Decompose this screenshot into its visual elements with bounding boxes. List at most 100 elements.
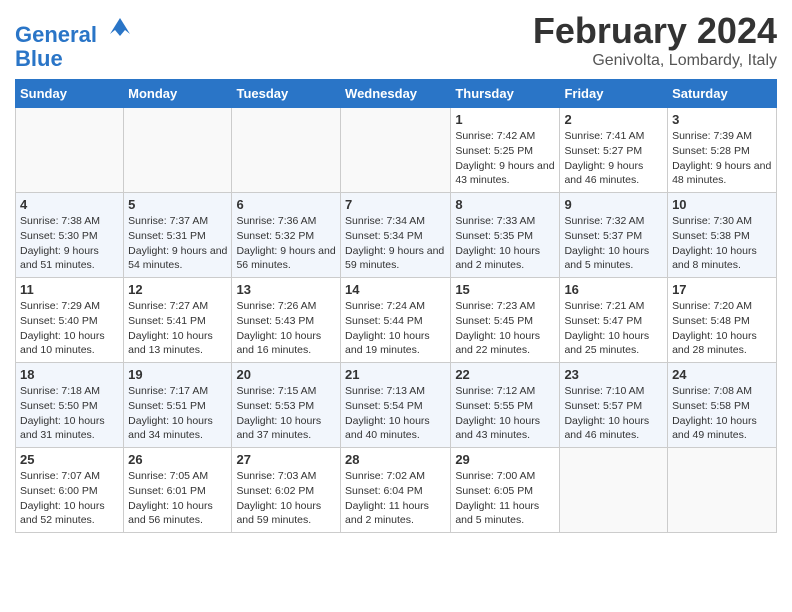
day-number: 15 — [455, 282, 555, 297]
header-row: SundayMondayTuesdayWednesdayThursdayFrid… — [16, 80, 777, 108]
day-cell-15: 15 Sunrise: 7:23 AM Sunset: 5:45 PM Dayli… — [451, 278, 560, 363]
empty-cell — [560, 448, 668, 533]
logo: General Blue — [15, 14, 135, 71]
day-info: Sunrise: 7:20 AM Sunset: 5:48 PM Dayligh… — [672, 299, 772, 358]
day-number: 4 — [20, 197, 119, 212]
day-number: 10 — [672, 197, 772, 212]
header: General Blue February 2024 Genivolta, Lo… — [15, 10, 777, 71]
day-number: 23 — [564, 367, 663, 382]
day-cell-12: 12 Sunrise: 7:27 AM Sunset: 5:41 PM Dayli… — [124, 278, 232, 363]
day-info: Sunrise: 7:26 AM Sunset: 5:43 PM Dayligh… — [236, 299, 336, 358]
logo-line2: Blue — [15, 46, 63, 71]
day-info: Sunrise: 7:17 AM Sunset: 5:51 PM Dayligh… — [128, 384, 227, 443]
day-cell-4: 4 Sunrise: 7:38 AM Sunset: 5:30 PM Daylig… — [16, 193, 124, 278]
day-number: 12 — [128, 282, 227, 297]
empty-cell — [16, 108, 124, 193]
empty-cell — [124, 108, 232, 193]
day-cell-16: 16Sunrise: 7:21 AM Sunset: 5:47 PM Dayli… — [560, 278, 668, 363]
day-number: 18 — [20, 367, 119, 382]
day-info: Sunrise: 7:38 AM Sunset: 5:30 PM Dayligh… — [20, 214, 119, 273]
logo-line1: General — [15, 22, 97, 47]
day-number: 25 — [20, 452, 119, 467]
day-number: 16 — [564, 282, 663, 297]
day-info: Sunrise: 7:12 AM Sunset: 5:55 PM Dayligh… — [455, 384, 555, 443]
day-info: Sunrise: 7:29 AM Sunset: 5:40 PM Dayligh… — [20, 299, 119, 358]
day-number: 7 — [345, 197, 446, 212]
logo-bird-icon — [105, 14, 135, 42]
col-header-sunday: Sunday — [16, 80, 124, 108]
day-info: Sunrise: 7:05 AM Sunset: 6:01 PM Dayligh… — [128, 469, 227, 528]
day-info: Sunrise: 7:27 AM Sunset: 5:41 PM Dayligh… — [128, 299, 227, 358]
day-info: Sunrise: 7:36 AM Sunset: 5:32 PM Dayligh… — [236, 214, 336, 273]
day-cell-18: 18 Sunrise: 7:18 AM Sunset: 5:50 PM Dayli… — [16, 363, 124, 448]
day-info: Sunrise: 7:34 AM Sunset: 5:34 PM Dayligh… — [345, 214, 446, 273]
day-number: 3 — [672, 112, 772, 127]
day-cell-14: 14 Sunrise: 7:24 AM Sunset: 5:44 PM Dayli… — [341, 278, 451, 363]
col-header-wednesday: Wednesday — [341, 80, 451, 108]
day-cell-13: 13 Sunrise: 7:26 AM Sunset: 5:43 PM Dayli… — [232, 278, 341, 363]
day-cell-3: 3 Sunrise: 7:39 AM Sunset: 5:28 PM Daylig… — [668, 108, 777, 193]
day-cell-8: 8Sunrise: 7:33 AM Sunset: 5:35 PM Daylig… — [451, 193, 560, 278]
col-header-monday: Monday — [124, 80, 232, 108]
day-number: 1 — [455, 112, 555, 127]
day-info: Sunrise: 7:07 AM Sunset: 6:00 PM Dayligh… — [20, 469, 119, 528]
day-info: Sunrise: 7:02 AM Sunset: 6:04 PM Dayligh… — [345, 469, 446, 528]
day-info: Sunrise: 7:37 AM Sunset: 5:31 PM Dayligh… — [128, 214, 227, 273]
day-cell-28: 28 Sunrise: 7:02 AM Sunset: 6:04 PM Dayli… — [341, 448, 451, 533]
day-number: 9 — [564, 197, 663, 212]
month-title: February 2024 — [533, 10, 777, 52]
day-cell-29: 29Sunrise: 7:00 AM Sunset: 6:05 PM Dayli… — [451, 448, 560, 533]
day-info: Sunrise: 7:03 AM Sunset: 6:02 PM Dayligh… — [236, 469, 336, 528]
day-info: Sunrise: 7:41 AM Sunset: 5:27 PM Dayligh… — [564, 129, 663, 188]
day-cell-5: 5 Sunrise: 7:37 AM Sunset: 5:31 PM Daylig… — [124, 193, 232, 278]
day-number: 29 — [455, 452, 555, 467]
day-number: 27 — [236, 452, 336, 467]
empty-cell — [668, 448, 777, 533]
week-row-5: 25 Sunrise: 7:07 AM Sunset: 6:00 PM Dayli… — [16, 448, 777, 533]
day-cell-9: 9 Sunrise: 7:32 AM Sunset: 5:37 PM Daylig… — [560, 193, 668, 278]
day-cell-6: 6 Sunrise: 7:36 AM Sunset: 5:32 PM Daylig… — [232, 193, 341, 278]
col-header-thursday: Thursday — [451, 80, 560, 108]
day-cell-20: 20Sunrise: 7:15 AM Sunset: 5:53 PM Dayli… — [232, 363, 341, 448]
day-info: Sunrise: 7:39 AM Sunset: 5:28 PM Dayligh… — [672, 129, 772, 188]
day-number: 24 — [672, 367, 772, 382]
day-number: 17 — [672, 282, 772, 297]
day-info: Sunrise: 7:18 AM Sunset: 5:50 PM Dayligh… — [20, 384, 119, 443]
title-area: February 2024 Genivolta, Lombardy, Italy — [533, 10, 777, 70]
day-number: 19 — [128, 367, 227, 382]
day-info: Sunrise: 7:30 AM Sunset: 5:38 PM Dayligh… — [672, 214, 772, 273]
day-cell-23: 23Sunrise: 7:10 AM Sunset: 5:57 PM Dayli… — [560, 363, 668, 448]
day-cell-11: 11Sunrise: 7:29 AM Sunset: 5:40 PM Dayli… — [16, 278, 124, 363]
day-cell-25: 25 Sunrise: 7:07 AM Sunset: 6:00 PM Dayli… — [16, 448, 124, 533]
day-number: 2 — [564, 112, 663, 127]
day-cell-7: 7 Sunrise: 7:34 AM Sunset: 5:34 PM Daylig… — [341, 193, 451, 278]
day-number: 14 — [345, 282, 446, 297]
day-cell-19: 19 Sunrise: 7:17 AM Sunset: 5:51 PM Dayli… — [124, 363, 232, 448]
day-number: 28 — [345, 452, 446, 467]
week-row-2: 4 Sunrise: 7:38 AM Sunset: 5:30 PM Daylig… — [16, 193, 777, 278]
day-cell-21: 21 Sunrise: 7:13 AM Sunset: 5:54 PM Dayli… — [341, 363, 451, 448]
day-number: 21 — [345, 367, 446, 382]
day-info: Sunrise: 7:13 AM Sunset: 5:54 PM Dayligh… — [345, 384, 446, 443]
day-number: 22 — [455, 367, 555, 382]
day-number: 6 — [236, 197, 336, 212]
day-info: Sunrise: 7:08 AM Sunset: 5:58 PM Dayligh… — [672, 384, 772, 443]
location: Genivolta, Lombardy, Italy — [533, 52, 777, 70]
day-number: 13 — [236, 282, 336, 297]
col-header-tuesday: Tuesday — [232, 80, 341, 108]
day-cell-1: 1Sunrise: 7:42 AM Sunset: 5:25 PM Daylig… — [451, 108, 560, 193]
week-row-3: 11Sunrise: 7:29 AM Sunset: 5:40 PM Dayli… — [16, 278, 777, 363]
day-info: Sunrise: 7:15 AM Sunset: 5:53 PM Dayligh… — [236, 384, 336, 443]
col-header-saturday: Saturday — [668, 80, 777, 108]
day-info: Sunrise: 7:24 AM Sunset: 5:44 PM Dayligh… — [345, 299, 446, 358]
day-info: Sunrise: 7:32 AM Sunset: 5:37 PM Dayligh… — [564, 214, 663, 273]
day-number: 26 — [128, 452, 227, 467]
day-cell-26: 26 Sunrise: 7:05 AM Sunset: 6:01 PM Dayli… — [124, 448, 232, 533]
day-info: Sunrise: 7:23 AM Sunset: 5:45 PM Dayligh… — [455, 299, 555, 358]
day-cell-17: 17 Sunrise: 7:20 AM Sunset: 5:48 PM Dayli… — [668, 278, 777, 363]
day-cell-2: 2 Sunrise: 7:41 AM Sunset: 5:27 PM Daylig… — [560, 108, 668, 193]
col-header-friday: Friday — [560, 80, 668, 108]
empty-cell — [341, 108, 451, 193]
day-number: 8 — [455, 197, 555, 212]
day-number: 5 — [128, 197, 227, 212]
